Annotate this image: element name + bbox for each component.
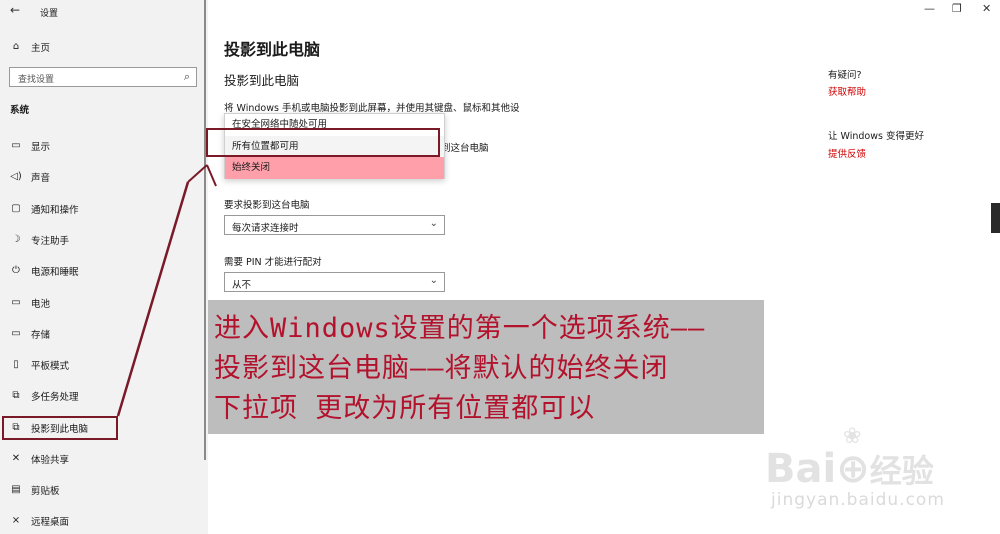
watermark-brand: Bai⊕经验 [765, 446, 934, 492]
caption-line-1: 进入Windows设置的第一个选项系统—— [214, 313, 706, 344]
watermark-url: jingyan.baidu.com [771, 490, 945, 510]
caption-line-3: 下拉项 更改为所有位置都可以 [214, 393, 596, 424]
baidu-watermark: ❀ Bai⊕经验 jingyan.baidu.com [765, 422, 990, 527]
caption-overlay: 进入Windows设置的第一个选项系统—— 投影到这台电脑——将默认的始终关闭 … [208, 300, 764, 434]
caption-line-2: 投影到这台电脑——将默认的始终关闭 [214, 353, 669, 384]
